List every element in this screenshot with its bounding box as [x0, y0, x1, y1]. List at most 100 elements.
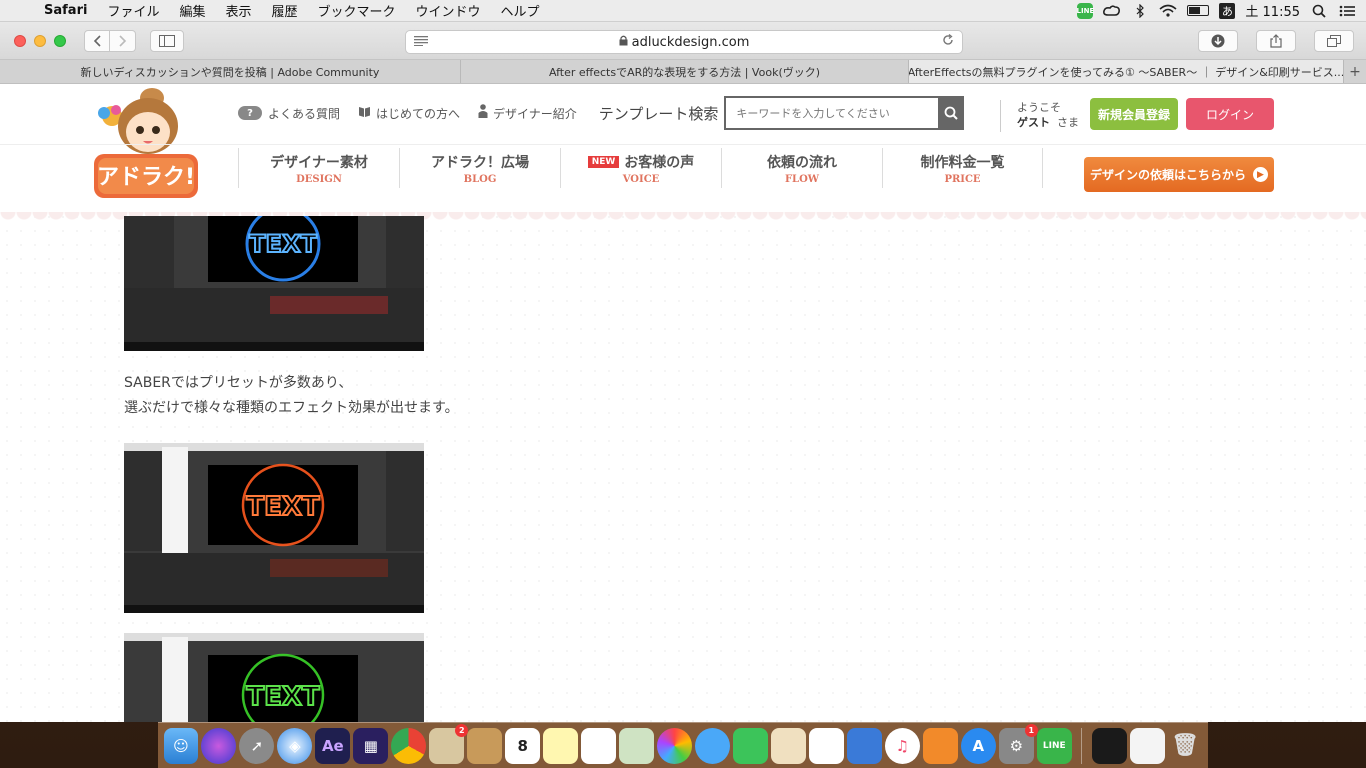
nav-flow-title: 依頼の流れ: [767, 154, 837, 171]
keynote-icon[interactable]: [846, 727, 882, 764]
beginner-label: はじめての方へ: [376, 106, 461, 121]
messages-icon[interactable]: [695, 727, 731, 764]
article-content: TEXT SABERではプリセットが多数あり、 選ぶだけで様々な種類のエフェクト…: [124, 216, 824, 722]
menu-bar: Safari ファイル 編集 表示 履歴 ブックマーク ウインドウ ヘルプ LI…: [0, 0, 1366, 22]
itunes-icon[interactable]: ♫: [884, 727, 920, 764]
creative-cloud-icon[interactable]: [1103, 4, 1121, 18]
address-bar[interactable]: adluckdesign.com: [405, 30, 963, 54]
safari-window: adluckdesign.com 新しいディスカッションや質問を投稿 | Ado…: [0, 22, 1366, 722]
nav-blog-title: アドラク！広場: [431, 154, 529, 171]
reload-icon[interactable]: [942, 33, 954, 50]
nav-blog[interactable]: アドラク！広場 BLOG: [399, 148, 560, 188]
input-method-icon[interactable]: あ: [1219, 2, 1236, 19]
welcome-suffix: さま: [1057, 116, 1079, 129]
menu-bookmarks[interactable]: ブックマーク: [308, 1, 406, 20]
spotlight-icon[interactable]: [1310, 4, 1328, 18]
reminders-icon[interactable]: [581, 727, 617, 764]
welcome-line: ようこそ: [1017, 101, 1061, 114]
person-icon: [478, 104, 488, 122]
share-button[interactable]: [1256, 30, 1296, 52]
documents-stack-icon[interactable]: [1129, 727, 1165, 764]
notification-center-icon[interactable]: [1338, 4, 1356, 18]
menu-file[interactable]: ファイル: [97, 1, 169, 20]
design-request-button[interactable]: デザインの依頼はこちらから ▶: [1084, 157, 1274, 192]
new-tab-button[interactable]: +: [1344, 60, 1366, 83]
maps-icon[interactable]: [619, 727, 655, 764]
downloads-stack-icon[interactable]: [1091, 727, 1127, 764]
zoom-window-button[interactable]: [54, 34, 66, 47]
line-app-icon[interactable]: LINE: [1036, 727, 1072, 764]
siri-icon[interactable]: [201, 727, 237, 764]
numbers-icon[interactable]: [808, 727, 844, 764]
close-window-button[interactable]: [14, 34, 26, 47]
tab-bar: 新しいディスカッションや質問を投稿 | Adobe Community Afte…: [0, 60, 1366, 84]
trash-icon[interactable]: 🗑: [1168, 728, 1203, 764]
nav-design[interactable]: デザイナー素材 DESIGN: [238, 148, 399, 188]
forward-button[interactable]: [110, 29, 136, 52]
calendar-icon[interactable]: 8: [505, 727, 541, 764]
faq-label: よくある質問: [268, 106, 341, 121]
premiere-icon[interactable]: ▦: [353, 727, 389, 764]
system-preferences-icon[interactable]: ⚙ 1: [998, 723, 1038, 764]
menubar-clock[interactable]: 土 11:55: [1245, 1, 1300, 20]
menu-view[interactable]: 表示: [215, 1, 261, 20]
top-navigation: ? よくある質問 はじめての方へ デザイナー紹介 テンプレート検索: [238, 96, 965, 130]
back-button[interactable]: [84, 29, 110, 52]
launchpad-icon[interactable]: ➚: [239, 727, 275, 764]
sidebar-toggle-button[interactable]: [150, 29, 184, 52]
prefs-badge: 1: [1024, 723, 1038, 737]
ibooks-icon[interactable]: [922, 727, 958, 764]
dock: ☺ ➚ ◈ Ae ▦ 2 8 ♫ A ⚙ 1 LINE 🗑: [158, 722, 1208, 768]
downloads-button[interactable]: [1198, 30, 1238, 52]
nav-voice[interactable]: NEW お客様の声 VOICE: [560, 148, 721, 188]
nav-flow[interactable]: 依頼の流れ FLOW: [721, 148, 882, 188]
facetime-icon[interactable]: [733, 727, 768, 764]
contacts-icon[interactable]: [467, 727, 503, 764]
template-search-label: テンプレート検索: [598, 104, 719, 123]
dock-separator: [1081, 727, 1083, 764]
screenshot-orange-saber: TEXT: [124, 443, 424, 613]
menu-edit[interactable]: 編集: [169, 1, 215, 20]
book-icon: [358, 105, 371, 122]
tab-overview-button[interactable]: [1314, 30, 1354, 52]
template-search-input[interactable]: [724, 96, 939, 130]
screenshot-green-saber: TEXT: [124, 633, 424, 722]
minimize-window-button[interactable]: [34, 34, 46, 47]
line-status-icon[interactable]: LINE: [1077, 2, 1094, 19]
register-button[interactable]: 新規会員登録: [1090, 98, 1178, 130]
nav-design-title: デザイナー素材: [270, 154, 368, 171]
bluetooth-icon[interactable]: [1131, 3, 1149, 18]
menu-help[interactable]: ヘルプ: [491, 1, 550, 20]
chrome-icon[interactable]: [391, 727, 427, 764]
pages-icon[interactable]: [771, 727, 806, 764]
photos-icon[interactable]: [657, 727, 693, 764]
nav-voice-title: お客様の声: [624, 154, 695, 171]
site-header: アドラク! ? よくある質問 はじめての方へ デザイナー紹介 テンプレート検索 …: [0, 84, 1366, 224]
svg-text:TEXT: TEXT: [249, 230, 317, 258]
finder-icon[interactable]: ☺: [163, 727, 199, 764]
adraku-logo[interactable]: アドラク!: [90, 86, 202, 204]
login-button[interactable]: ログイン: [1186, 98, 1274, 130]
wifi-icon[interactable]: [1159, 4, 1177, 18]
menu-app-name[interactable]: Safari: [40, 3, 97, 18]
tab-adobe-community[interactable]: 新しいディスカッションや質問を投稿 | Adobe Community: [0, 60, 461, 83]
safari-icon[interactable]: ◈: [277, 727, 313, 764]
faq-link[interactable]: ? よくある質問: [238, 105, 340, 122]
tab-adluck-saber[interactable]: AfterEffectsの無料プラグインを使ってみる① 〜SABER〜 ｜ デザ…: [909, 60, 1344, 83]
nav-design-sub: DESIGN: [296, 173, 342, 185]
beginner-link[interactable]: はじめての方へ: [358, 105, 460, 122]
menu-window[interactable]: ウインドウ: [406, 1, 491, 20]
app-store-icon[interactable]: A: [960, 727, 996, 764]
svg-text:アドラク!: アドラク!: [97, 165, 195, 190]
nav-blog-sub: BLOG: [463, 173, 497, 185]
designers-link[interactable]: デザイナー紹介: [478, 104, 577, 122]
nav-price[interactable]: 制作料金一覧 PRICE: [882, 148, 1043, 188]
after-effects-icon[interactable]: Ae: [315, 727, 351, 764]
menu-history[interactable]: 履歴: [261, 1, 307, 20]
mail-stamp-icon[interactable]: 2: [429, 723, 469, 764]
notes-icon[interactable]: [543, 727, 579, 764]
battery-icon[interactable]: [1187, 5, 1210, 16]
tab-vook[interactable]: After effectsでAR的な表現をする方法 | Vook(ヴック): [461, 60, 909, 83]
reader-view-icon[interactable]: [414, 35, 428, 49]
search-button[interactable]: [938, 96, 965, 130]
